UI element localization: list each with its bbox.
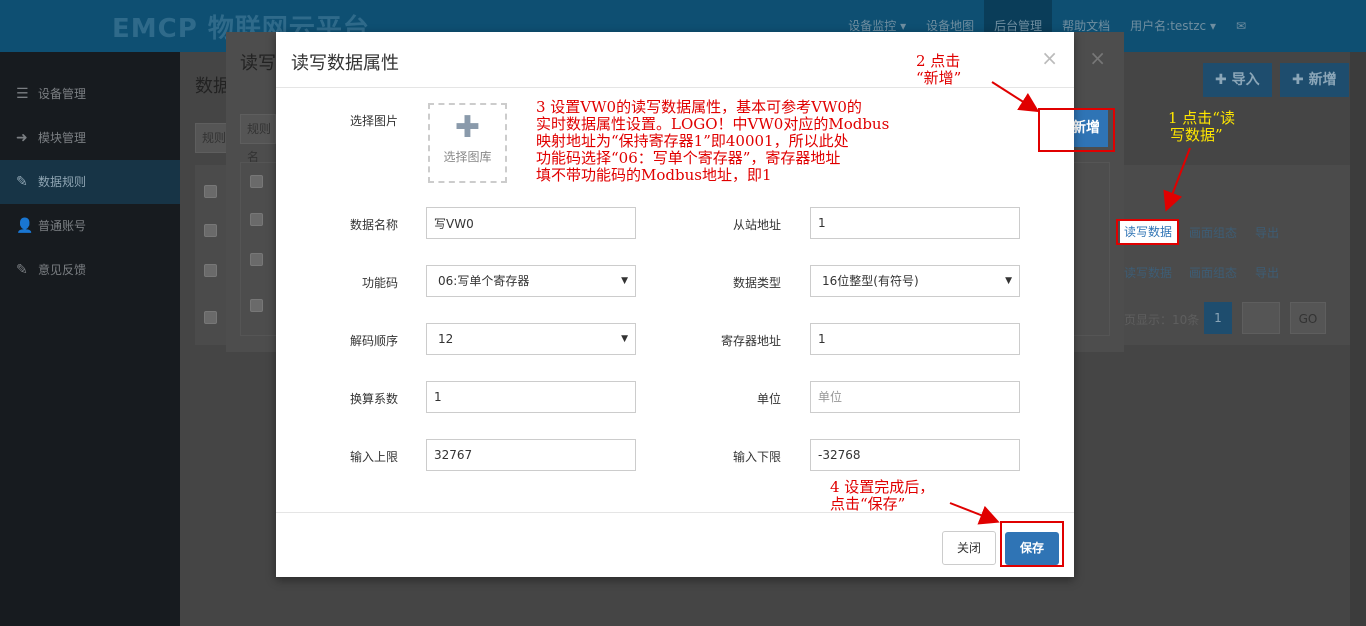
highlight-read-write-link (1116, 219, 1179, 245)
data-type-label: 数据类型 (732, 276, 781, 290)
caret-down-icon: ▼ (621, 334, 628, 344)
data-type-select[interactable]: 16位整型(有符号) ▼ (810, 265, 1020, 297)
modal-footer: 关闭 保存 (276, 512, 1074, 577)
table-checkbox[interactable] (204, 311, 217, 324)
highlight-add-button (1038, 108, 1115, 152)
annotation-step3: 3 设置VW0的读写数据属性，基本可参考VW0的 实时数据属性设置。LOGO！中… (536, 98, 890, 184)
lower-limit-input[interactable] (810, 439, 1020, 471)
sidebar-item-normal-accounts[interactable]: 👤 普通账号 (0, 204, 180, 248)
table-checkbox[interactable] (204, 224, 217, 237)
annotation-step2: 2 点击 “新增” (916, 52, 962, 87)
modal-title: 读写数据属性 (291, 53, 399, 74)
close-icon[interactable]: × (1041, 46, 1058, 70)
caret-down-icon: ▼ (1005, 276, 1012, 286)
list-icon: ☰ (16, 86, 29, 102)
unit-label: 单位 (756, 392, 781, 406)
sidebar-item-data-rules[interactable]: ✎ 数据规则 (0, 160, 180, 204)
register-address-input[interactable] (810, 323, 1020, 355)
back-modal-filter-input[interactable]: 规则名 (240, 114, 276, 164)
decode-order-label: 解码顺序 (349, 334, 398, 348)
data-name-input[interactable] (426, 207, 636, 239)
slave-address-input[interactable] (810, 207, 1020, 239)
user-icon: 👤 (16, 218, 34, 234)
sidebar: ☰ 设备管理 ➜ 模块管理 ✎ 数据规则 👤 普通账号 ✎ 意见反馈 (0, 52, 180, 626)
add-button-background[interactable]: ✚ 新增 (1280, 63, 1349, 97)
function-code-label: 功能码 (361, 276, 398, 290)
back-modal-checkbox[interactable] (250, 253, 263, 266)
pager-current-page[interactable]: 1 (1204, 302, 1232, 334)
pager-page-size: 页显示：10条 (1124, 313, 1200, 327)
sidebar-item-module-management[interactable]: ➜ 模块管理 (0, 116, 180, 160)
unit-input[interactable] (810, 381, 1020, 413)
row-read-write-link[interactable]: 读写数据 (1124, 264, 1172, 281)
caret-down-icon: ▼ (621, 276, 628, 286)
table-checkbox[interactable] (204, 264, 217, 277)
plus-icon: ✚ (454, 110, 481, 145)
table-checkbox[interactable] (204, 185, 217, 198)
back-modal-checkbox[interactable] (250, 213, 263, 226)
back-modal-close-icon[interactable]: × (1089, 46, 1106, 70)
annotation-step1: 1 点击“读 写数据” (1168, 109, 1235, 144)
row-export-link[interactable]: 导出 (1255, 224, 1279, 241)
function-code-select[interactable]: 06:写单个寄存器 ▼ (426, 265, 636, 297)
conversion-factor-input[interactable] (426, 381, 636, 413)
login-icon: ➜ (16, 130, 28, 146)
select-gallery-button[interactable]: ✚ 选择图库 (428, 103, 507, 183)
back-modal-checkbox[interactable] (250, 299, 263, 312)
data-name-label: 数据名称 (349, 218, 398, 232)
image-label: 选择图片 (349, 114, 398, 128)
upper-limit-input[interactable] (426, 439, 636, 471)
row-compose-link[interactable]: 画面组态 (1189, 264, 1237, 281)
back-modal-checkbox[interactable] (250, 175, 263, 188)
pencil-icon: ✎ (16, 174, 28, 190)
import-button[interactable]: ✚ 导入 (1203, 63, 1272, 97)
sidebar-item-feedback[interactable]: ✎ 意见反馈 (0, 248, 180, 292)
close-button[interactable]: 关闭 (942, 531, 996, 565)
slave-address-label: 从站地址 (732, 218, 781, 232)
pager-go-button[interactable]: GO (1290, 302, 1326, 334)
register-address-label: 寄存器地址 (720, 334, 781, 348)
pager-page-input[interactable] (1242, 302, 1280, 334)
sidebar-item-device-management[interactable]: ☰ 设备管理 (0, 72, 180, 116)
page-scrollbar[interactable] (1350, 52, 1366, 626)
back-modal-title: 读写 (240, 53, 276, 74)
conversion-factor-label: 换算系数 (349, 392, 398, 406)
annotation-step4: 4 设置完成后， 点击“保存” (830, 478, 935, 513)
row-compose-link[interactable]: 画面组态 (1189, 224, 1237, 241)
row-export-link[interactable]: 导出 (1255, 264, 1279, 281)
upper-limit-label: 输入上限 (349, 450, 398, 464)
decode-order-select[interactable]: 12 ▼ (426, 323, 636, 355)
edit-icon: ✎ (16, 262, 28, 278)
mail-icon[interactable]: ✉ (1226, 0, 1256, 52)
nav-user-menu[interactable]: 用户名:testzc ▾ (1120, 0, 1226, 52)
highlight-save-button (1000, 521, 1064, 567)
lower-limit-label: 输入下限 (732, 450, 781, 464)
